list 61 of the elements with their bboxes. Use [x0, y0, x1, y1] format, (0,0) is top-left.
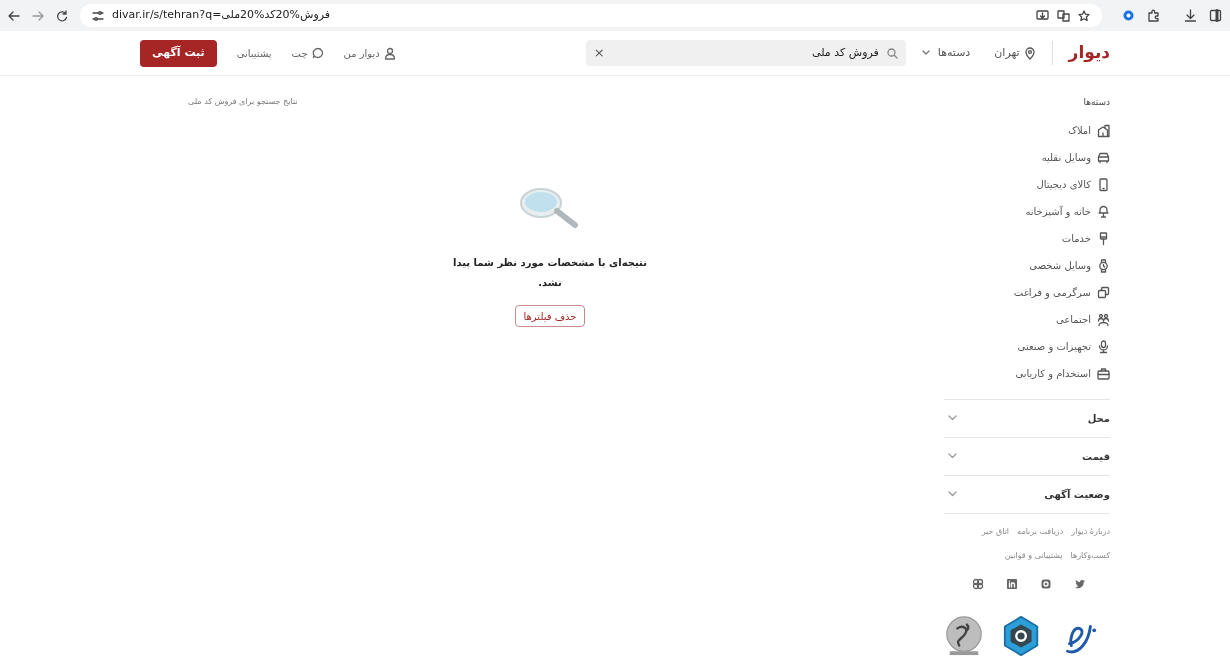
- linkedin-icon[interactable]: [1006, 577, 1018, 590]
- footer-link[interactable]: اتاق خبر: [981, 525, 1010, 538]
- category-link[interactable]: کالای دیجیتال: [944, 175, 1110, 194]
- bird-icon[interactable]: [1074, 577, 1086, 590]
- category-link[interactable]: سرگرمی و فراغت: [944, 283, 1110, 302]
- briefcase-icon: [1097, 366, 1110, 381]
- site-info-icon[interactable]: [92, 9, 104, 22]
- address-bar[interactable]: divar.ir/s/tehran?q=فروش%20کد%20ملی: [80, 4, 1102, 27]
- city-button[interactable]: تهران: [994, 44, 1036, 62]
- people-icon: [1097, 312, 1110, 327]
- category-link[interactable]: تجهیزات و صنعتی: [944, 337, 1110, 356]
- category-link[interactable]: خدمات: [944, 229, 1110, 248]
- footer-link[interactable]: دربارهٔ دیوار: [1071, 525, 1110, 538]
- chevron-down-icon: [921, 50, 930, 56]
- clear-button[interactable]: ×: [593, 43, 605, 63]
- category-link[interactable]: استخدام و کاریابی: [944, 364, 1110, 383]
- filter-toggle[interactable]: قیمت: [944, 436, 1110, 475]
- categories-button[interactable]: دسته‌ها: [921, 44, 971, 62]
- building-icon: [1097, 123, 1110, 138]
- footer-link[interactable]: پشتیبانی و قوانین: [1004, 549, 1063, 562]
- filter-toggle[interactable]: وضعیت آگهی: [944, 474, 1110, 513]
- footer-link[interactable]: کسب‌وکارها: [1070, 549, 1110, 562]
- side-panel-icon[interactable]: [1209, 9, 1222, 22]
- user-icon: [383, 46, 396, 60]
- location-pin-icon: [1023, 46, 1036, 60]
- search-icon: [886, 47, 898, 59]
- back-icon[interactable]: [8, 9, 20, 22]
- post-ad-button[interactable]: ثبت آگهی: [140, 39, 217, 67]
- star-icon[interactable]: [1078, 9, 1090, 22]
- nav-link[interactable]: چت: [291, 45, 324, 61]
- nav-link[interactable]: پشتیبانی: [236, 45, 272, 61]
- category-link[interactable]: املاک: [944, 121, 1110, 140]
- hexagon-badge-icon: [1002, 613, 1041, 658]
- reload-icon[interactable]: [56, 9, 68, 22]
- category-link[interactable]: وسایل نقلیه: [944, 148, 1110, 167]
- filter-toggle[interactable]: محل: [944, 398, 1110, 437]
- install-icon[interactable]: [1036, 9, 1049, 22]
- category-link[interactable]: خانه و آشپزخانه: [944, 202, 1110, 221]
- watch-icon: [1097, 258, 1110, 273]
- forward-icon[interactable]: [32, 9, 44, 22]
- nav-link[interactable]: دیوار من: [343, 45, 396, 61]
- brush-icon: [1097, 231, 1110, 246]
- footer-link[interactable]: دریافت برنامه: [1017, 525, 1064, 538]
- flower-icon[interactable]: [972, 577, 984, 590]
- translate-icon[interactable]: [1057, 9, 1070, 22]
- lamp-icon: [1097, 204, 1110, 219]
- empty-state-message: نتیجه‌ای با مشخصات مورد نظر شما پیدا نشد.: [452, 256, 648, 290]
- clear-filters-button[interactable]: حذف فیلترها: [514, 305, 586, 327]
- car-icon: [1097, 150, 1110, 165]
- download-icon[interactable]: [1184, 9, 1197, 22]
- logo[interactable]: دیوار: [1068, 40, 1110, 66]
- section-heading: دسته‌ها: [1082, 96, 1110, 109]
- category-link[interactable]: وسایل شخصی: [944, 256, 1110, 275]
- search-field[interactable]: فروش کد ملی ×: [585, 40, 906, 66]
- microphone-icon: [1097, 339, 1110, 354]
- phone-icon: [1097, 177, 1110, 192]
- url-text: divar.ir/s/tehran?q=فروش%20کد%20ملی: [112, 7, 331, 24]
- results-caption: نتایج جستجو برای فروش کد ملی: [188, 96, 298, 108]
- chat-bubble-icon: [311, 46, 324, 60]
- camera-icon[interactable]: [1040, 577, 1052, 590]
- category-link[interactable]: اجتماعی: [944, 310, 1110, 329]
